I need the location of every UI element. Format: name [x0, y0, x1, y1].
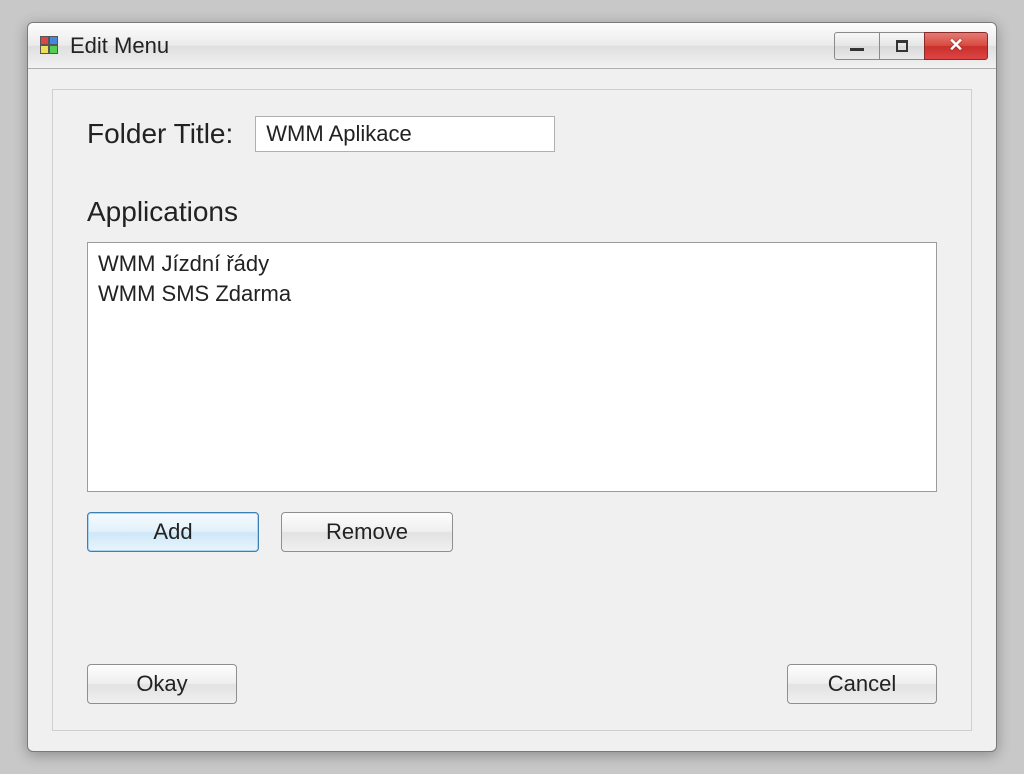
client-area: Folder Title: Applications WMM Jízdní řá… [28, 69, 996, 751]
close-icon: ✕ [948, 35, 963, 56]
minimize-button[interactable] [834, 32, 880, 60]
applications-listbox[interactable]: WMM Jízdní řády WMM SMS Zdarma [87, 242, 937, 492]
cancel-button[interactable]: Cancel [787, 664, 937, 704]
minimize-icon [850, 48, 864, 51]
maximize-button[interactable] [879, 32, 925, 60]
titlebar[interactable]: Edit Menu ✕ [28, 23, 996, 69]
remove-button[interactable]: Remove [281, 512, 453, 552]
folder-title-row: Folder Title: [87, 116, 937, 152]
list-buttons-row: Add Remove [87, 512, 937, 552]
folder-title-label: Folder Title: [87, 118, 233, 150]
window-title: Edit Menu [70, 33, 835, 59]
maximize-icon [896, 40, 908, 52]
app-icon [40, 36, 60, 56]
list-item[interactable]: WMM SMS Zdarma [98, 279, 926, 309]
applications-heading: Applications [87, 196, 937, 228]
add-button[interactable]: Add [87, 512, 259, 552]
main-panel: Folder Title: Applications WMM Jízdní řá… [52, 89, 972, 731]
window-controls: ✕ [835, 32, 988, 60]
edit-menu-window: Edit Menu ✕ Folder Title: Applications W… [27, 22, 997, 752]
okay-button[interactable]: Okay [87, 664, 237, 704]
folder-title-input[interactable] [255, 116, 555, 152]
close-button[interactable]: ✕ [924, 32, 988, 60]
dialog-buttons-row: Okay Cancel [87, 664, 937, 704]
list-item[interactable]: WMM Jízdní řády [98, 249, 926, 279]
